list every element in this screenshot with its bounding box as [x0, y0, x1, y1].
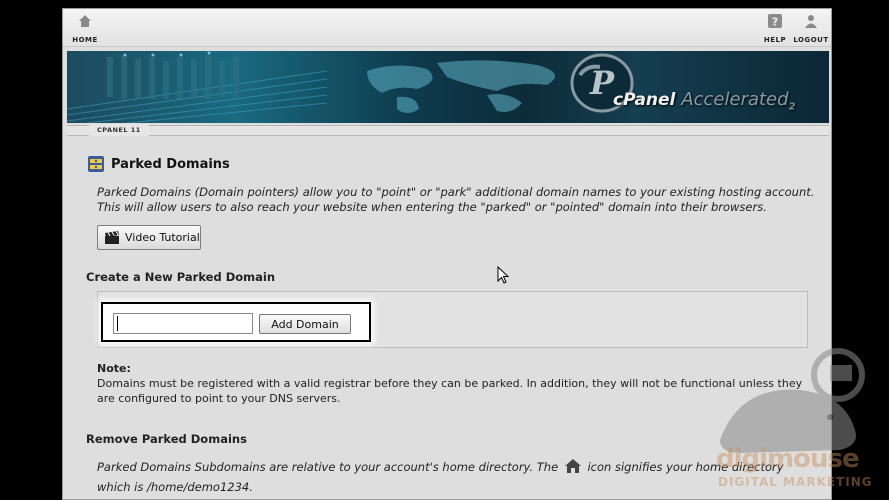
cpanel-banner: P cPanel Accelerated2 [67, 51, 829, 123]
home-directory-icon [564, 459, 581, 473]
text-caret [117, 316, 118, 331]
home-label: HOME [72, 36, 98, 44]
clapperboard-icon [105, 230, 119, 244]
logout-link[interactable]: LOGOUT [791, 13, 831, 44]
logo-accelerated-text: Accelerated [681, 89, 789, 110]
add-domain-form: Add Domain [101, 302, 371, 342]
note-text: Domains must be registered with a valid … [97, 377, 803, 405]
version-strip: CPANEL 11 [67, 124, 829, 136]
help-icon: ? [768, 14, 782, 29]
logout-label: LOGOUT [793, 36, 829, 44]
add-domain-button[interactable]: Add Domain [259, 314, 351, 334]
note-label: Note: [97, 362, 131, 375]
new-domain-input[interactable] [113, 313, 253, 334]
help-link[interactable]: ? HELP [755, 13, 795, 44]
svg-text:?: ? [772, 16, 778, 29]
cpanel-logo: cPanel Accelerated2 [613, 89, 796, 112]
parked-domains-icon [88, 156, 104, 172]
home-icon [79, 15, 91, 27]
version-tab: CPANEL 11 [89, 124, 149, 136]
page-title: Parked Domains [111, 156, 230, 172]
logo-version: 2 [788, 101, 796, 113]
mouse-cursor-icon [497, 266, 509, 284]
remove-section-title: Remove Parked Domains [86, 432, 247, 446]
remove-desc-part1: Parked Domains Subdomains are relative t… [97, 460, 559, 474]
create-section-title: Create a New Parked Domain [86, 270, 276, 284]
top-toolbar: HOME ? HELP LOGOUT [63, 9, 831, 47]
video-tutorial-label: Video Tutorial [125, 231, 200, 244]
svg-text:P: P [589, 64, 615, 102]
watermark-subtitle: DIGITAL MARKETING [718, 475, 873, 489]
video-tutorial-button[interactable]: Video Tutorial [97, 225, 201, 250]
logout-icon [805, 15, 817, 28]
note-block: Note: Domains must be registered with a … [97, 361, 817, 406]
watermark-brand: digimouse [716, 444, 860, 474]
cpanel-window: HOME ? HELP LOGOUT P cPanel Accelerated2… [62, 8, 832, 500]
home-link[interactable]: HOME [65, 13, 105, 44]
page-heading: Parked Domains [87, 155, 230, 173]
logo-cpanel-text: cPanel [613, 90, 676, 110]
remove-description: Parked Domains Subdomains are relative t… [97, 457, 817, 497]
page-description: Parked Domains (Domain pointers) allow y… [97, 185, 815, 214]
help-label: HELP [763, 36, 787, 44]
